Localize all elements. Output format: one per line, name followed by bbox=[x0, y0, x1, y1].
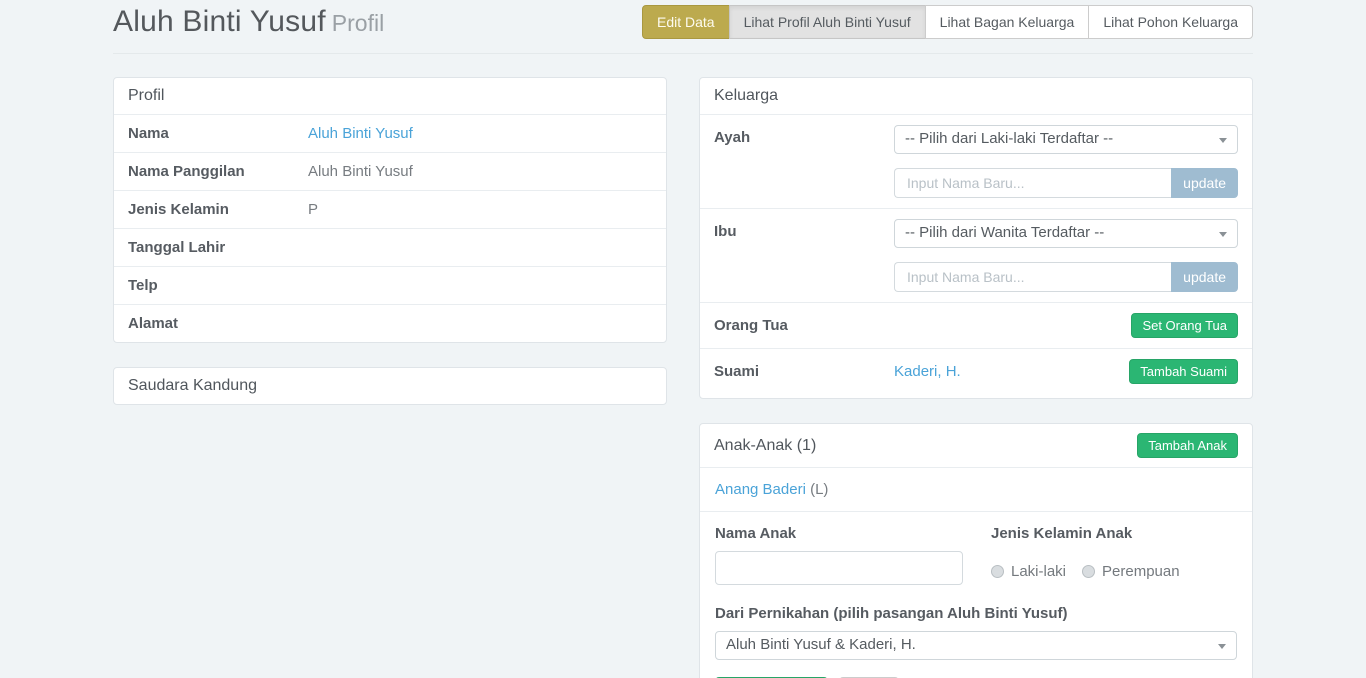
child-gender-label: (L) bbox=[810, 481, 828, 498]
keluarga-panel: Keluarga Ayah -- Pilih dari Laki-laki Te… bbox=[699, 77, 1253, 399]
table-row: Alamat bbox=[114, 304, 666, 342]
anak-anak-heading: Anak-Anak (1) Tambah Anak bbox=[700, 424, 1252, 467]
profil-panel: Profil Nama Aluh Binti Yusuf Nama Panggi… bbox=[113, 77, 667, 343]
suami-row: Suami Kaderi, H. Tambah Suami bbox=[700, 348, 1252, 398]
chevron-down-icon bbox=[1219, 138, 1227, 143]
ayah-controls: -- Pilih dari Laki-laki Terdaftar -- upd… bbox=[894, 125, 1238, 198]
left-column: Profil Nama Aluh Binti Yusuf Nama Panggi… bbox=[113, 77, 667, 678]
tambah-suami-button[interactable]: Tambah Suami bbox=[1129, 359, 1238, 384]
lihat-profil-button[interactable]: Lihat Profil Aluh Binti Yusuf bbox=[729, 5, 926, 39]
keluarga-panel-title: Keluarga bbox=[714, 87, 778, 105]
ayah-row: Ayah -- Pilih dari Laki-laki Terdaftar -… bbox=[700, 114, 1252, 208]
nama-anak-field-group: Nama Anak bbox=[715, 525, 977, 585]
profil-panel-title: Profil bbox=[128, 87, 164, 105]
row-label-alamat: Alamat bbox=[128, 315, 308, 332]
page-title: Aluh Binti Yusuf bbox=[113, 5, 326, 38]
ayah-input-group: update bbox=[894, 168, 1238, 198]
page-container: Aluh Binti YusufProfil Edit Data Lihat P… bbox=[113, 0, 1253, 678]
child-list-item: Anang Baderi (L) bbox=[700, 467, 1252, 511]
tambah-anak-header-button[interactable]: Tambah Anak bbox=[1137, 433, 1238, 458]
table-row: Jenis Kelamin P bbox=[114, 190, 666, 228]
row-label-nama-panggilan: Nama Panggilan bbox=[128, 163, 308, 180]
orang-tua-label: Orang Tua bbox=[714, 317, 894, 334]
ayah-label: Ayah bbox=[714, 125, 894, 146]
table-row: Nama Aluh Binti Yusuf bbox=[114, 114, 666, 152]
edit-data-button[interactable]: Edit Data bbox=[642, 5, 730, 39]
dari-pernikahan-label: Dari Pernikahan (pilih pasangan Aluh Bin… bbox=[715, 605, 1237, 622]
suami-link[interactable]: Kaderi, H. bbox=[894, 363, 961, 380]
ibu-label: Ibu bbox=[714, 219, 894, 240]
row-label-tanggal-lahir: Tanggal Lahir bbox=[128, 239, 308, 256]
saudara-kandung-heading: Saudara Kandung bbox=[114, 368, 666, 404]
table-row: Telp bbox=[114, 266, 666, 304]
row-label-jenis-kelamin: Jenis Kelamin bbox=[128, 201, 308, 218]
ayah-update-button[interactable]: update bbox=[1171, 168, 1238, 198]
radio-icon[interactable] bbox=[1082, 565, 1095, 578]
chevron-down-icon bbox=[1218, 644, 1226, 649]
set-orang-tua-button[interactable]: Set Orang Tua bbox=[1131, 313, 1238, 338]
lihat-pohon-keluarga-button[interactable]: Lihat Pohon Keluarga bbox=[1088, 5, 1253, 39]
child-name-link[interactable]: Anang Baderi bbox=[715, 481, 806, 498]
nama-anak-input[interactable] bbox=[715, 551, 963, 585]
radio-laki-laki-label: Laki-laki bbox=[1011, 563, 1066, 580]
ibu-input-group: update bbox=[894, 262, 1238, 292]
ayah-name-input[interactable] bbox=[894, 168, 1171, 198]
saudara-kandung-title: Saudara Kandung bbox=[128, 377, 257, 395]
profil-panel-heading: Profil bbox=[114, 78, 666, 114]
radio-perempuan-label: Perempuan bbox=[1102, 563, 1180, 580]
page-title-wrap: Aluh Binti YusufProfil bbox=[113, 5, 384, 39]
saudara-kandung-panel: Saudara Kandung bbox=[113, 367, 667, 405]
main-row: Profil Nama Aluh Binti Yusuf Nama Panggi… bbox=[113, 77, 1253, 678]
pernikahan-select[interactable]: Aluh Binti Yusuf & Kaderi, H. bbox=[715, 631, 1237, 660]
table-row: Tanggal Lahir bbox=[114, 228, 666, 266]
nama-value-link[interactable]: Aluh Binti Yusuf bbox=[308, 125, 413, 142]
anak-anak-panel: Anak-Anak (1) Tambah Anak Anang Baderi (… bbox=[699, 423, 1253, 678]
radio-perempuan[interactable]: Perempuan bbox=[1082, 563, 1180, 580]
jenis-kelamin-anak-label: Jenis Kelamin Anak bbox=[991, 525, 1237, 542]
page-header: Aluh Binti YusufProfil Edit Data Lihat P… bbox=[113, 0, 1253, 54]
nama-panggilan-value: Aluh Binti Yusuf bbox=[308, 163, 413, 180]
row-label-telp: Telp bbox=[128, 277, 308, 294]
radio-laki-laki[interactable]: Laki-laki bbox=[991, 563, 1066, 580]
pernikahan-select-value: Aluh Binti Yusuf & Kaderi, H. bbox=[726, 636, 916, 653]
gender-radio-row: Laki-laki Perempuan bbox=[991, 563, 1237, 580]
page-subtitle: Profil bbox=[332, 10, 384, 36]
ibu-update-button[interactable]: update bbox=[1171, 262, 1238, 292]
table-row: Nama Panggilan Aluh Binti Yusuf bbox=[114, 152, 666, 190]
anak-anak-title: Anak-Anak (1) bbox=[714, 437, 816, 455]
ibu-row: Ibu -- Pilih dari Wanita Terdaftar -- up… bbox=[700, 208, 1252, 302]
lihat-bagan-keluarga-button[interactable]: Lihat Bagan Keluarga bbox=[925, 5, 1090, 39]
row-label-nama: Nama bbox=[128, 125, 308, 142]
ibu-select[interactable]: -- Pilih dari Wanita Terdaftar -- bbox=[894, 219, 1238, 248]
orang-tua-row: Orang Tua Set Orang Tua bbox=[700, 302, 1252, 348]
ayah-select-value: -- Pilih dari Laki-laki Terdaftar -- bbox=[905, 130, 1113, 147]
chevron-down-icon bbox=[1219, 232, 1227, 237]
ayah-select[interactable]: -- Pilih dari Laki-laki Terdaftar -- bbox=[894, 125, 1238, 154]
add-child-form: Nama Anak Jenis Kelamin Anak Laki-laki bbox=[700, 511, 1252, 678]
right-column: Keluarga Ayah -- Pilih dari Laki-laki Te… bbox=[699, 77, 1253, 678]
ibu-controls: -- Pilih dari Wanita Terdaftar -- update bbox=[894, 219, 1238, 292]
view-switcher-group: Edit Data Lihat Profil Aluh Binti Yusuf … bbox=[642, 5, 1253, 39]
ibu-name-input[interactable] bbox=[894, 262, 1171, 292]
ibu-select-value: -- Pilih dari Wanita Terdaftar -- bbox=[905, 224, 1104, 241]
jenis-kelamin-anak-group: Jenis Kelamin Anak Laki-laki Perempuan bbox=[991, 525, 1237, 585]
nama-anak-label: Nama Anak bbox=[715, 525, 977, 542]
jenis-kelamin-value: P bbox=[308, 201, 318, 218]
radio-icon[interactable] bbox=[991, 565, 1004, 578]
suami-label: Suami bbox=[714, 363, 894, 380]
keluarga-panel-heading: Keluarga bbox=[700, 78, 1252, 114]
